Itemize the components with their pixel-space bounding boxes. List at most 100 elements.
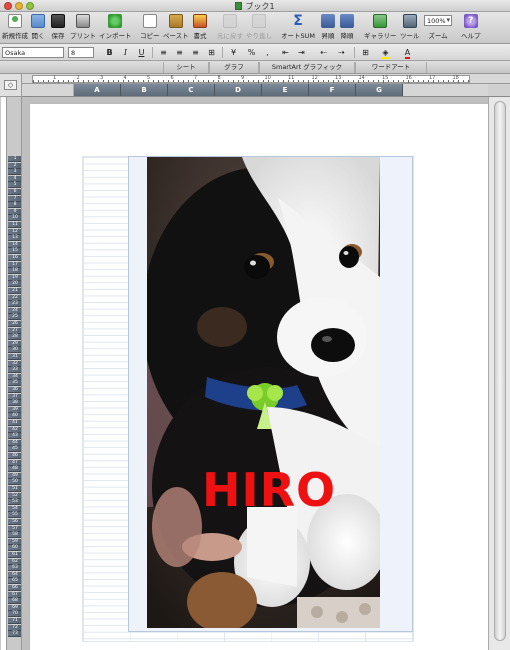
- row-header-30[interactable]: 30: [8, 347, 21, 354]
- row-header-46[interactable]: 46: [8, 453, 21, 459]
- undo-button[interactable]: 元に戻す: [217, 14, 243, 40]
- row-header-39[interactable]: 39: [8, 406, 21, 413]
- vertical-scrollbar[interactable]: [488, 97, 510, 650]
- row-header-12[interactable]: 12: [8, 228, 21, 235]
- italic-button[interactable]: I: [120, 47, 131, 58]
- row-header-1[interactable]: 1: [8, 156, 21, 162]
- row-header-13[interactable]: 13: [8, 235, 21, 242]
- sort-descending-button[interactable]: 降順: [340, 14, 354, 40]
- row-header-65[interactable]: 65: [8, 578, 21, 585]
- decrease-indent-button[interactable]: ⇠: [318, 47, 329, 58]
- merge-center-button[interactable]: ⊞: [206, 47, 217, 58]
- row-header-32[interactable]: 32: [8, 360, 21, 367]
- row-header-49[interactable]: 49: [8, 472, 21, 479]
- column-header-c[interactable]: C: [168, 84, 215, 96]
- row-header-16[interactable]: 16: [8, 255, 21, 261]
- row-header-47[interactable]: 47: [8, 459, 21, 466]
- row-header-29[interactable]: 29: [8, 340, 21, 347]
- row-header-71[interactable]: 71: [8, 618, 21, 624]
- column-header-a[interactable]: A: [74, 84, 121, 96]
- format-painter-button[interactable]: 書式: [193, 14, 207, 40]
- row-header-11[interactable]: 11: [8, 222, 21, 228]
- align-center-button[interactable]: ≡: [174, 47, 185, 58]
- row-header-23[interactable]: 23: [8, 301, 21, 308]
- vertical-ruler[interactable]: [1, 97, 7, 650]
- row-header-62[interactable]: 62: [8, 558, 21, 565]
- row-header-50[interactable]: 50: [8, 479, 21, 486]
- tab-sheet[interactable]: シート: [163, 62, 209, 73]
- row-header-64[interactable]: 64: [8, 571, 21, 578]
- sort-ascending-button[interactable]: 昇順: [321, 14, 335, 40]
- row-header-48[interactable]: 48: [8, 466, 21, 473]
- row-header-24[interactable]: 24: [8, 307, 21, 314]
- increase-decimal-button[interactable]: ⇤: [280, 47, 291, 58]
- row-header-28[interactable]: 28: [8, 334, 21, 341]
- row-header-18[interactable]: 18: [8, 268, 21, 275]
- row-header-52[interactable]: 52: [8, 492, 21, 499]
- column-header-e[interactable]: E: [262, 84, 309, 96]
- scrollbar-thumb[interactable]: [494, 101, 506, 641]
- row-header-60[interactable]: 60: [8, 545, 21, 552]
- row-header-53[interactable]: 53: [8, 499, 21, 506]
- row-header-25[interactable]: 25: [8, 314, 21, 321]
- row-header-21[interactable]: 21: [8, 288, 21, 294]
- open-button[interactable]: 開く: [31, 14, 45, 40]
- fill-color-button[interactable]: ◈: [380, 47, 391, 59]
- row-header-58[interactable]: 58: [8, 532, 21, 539]
- decrease-decimal-button[interactable]: ⇥: [296, 47, 307, 58]
- row-header-20[interactable]: 20: [8, 281, 21, 288]
- row-header-59[interactable]: 59: [8, 538, 21, 545]
- row-header-66[interactable]: 66: [8, 585, 21, 591]
- row-header-51[interactable]: 51: [8, 486, 21, 492]
- row-header-37[interactable]: 37: [8, 393, 21, 400]
- print-button[interactable]: プリント: [70, 14, 96, 40]
- save-button[interactable]: 保存: [51, 14, 65, 40]
- tab-smartart[interactable]: SmartArt グラフィック: [259, 62, 355, 73]
- row-header-22[interactable]: 22: [8, 294, 21, 301]
- column-header-g[interactable]: G: [356, 84, 403, 96]
- row-header-36[interactable]: 36: [8, 387, 21, 393]
- paste-button[interactable]: ペースト: [163, 14, 189, 40]
- row-header-8[interactable]: 8: [8, 202, 21, 209]
- row-header-27[interactable]: 27: [8, 327, 21, 334]
- comma-style-button[interactable]: ,: [262, 47, 273, 58]
- import-button[interactable]: インポート: [99, 14, 132, 40]
- column-header-f[interactable]: F: [309, 84, 356, 96]
- row-header-55[interactable]: 55: [8, 512, 21, 519]
- expand-toggle-icon[interactable]: ◇: [4, 80, 17, 90]
- row-header-38[interactable]: 38: [8, 400, 21, 407]
- row-header-5[interactable]: 5: [8, 182, 21, 189]
- row-header-33[interactable]: 33: [8, 367, 21, 374]
- row-header-72[interactable]: 72: [8, 624, 21, 631]
- column-header-b[interactable]: B: [121, 84, 168, 96]
- row-header-4[interactable]: 4: [8, 175, 21, 182]
- row-header-9[interactable]: 9: [8, 208, 21, 215]
- row-header-34[interactable]: 34: [8, 373, 21, 380]
- row-header-54[interactable]: 54: [8, 505, 21, 512]
- row-header-40[interactable]: 40: [8, 413, 21, 420]
- row-header-6[interactable]: 6: [8, 189, 21, 195]
- row-header-31[interactable]: 31: [8, 354, 21, 360]
- autosum-button[interactable]: Σ オートSUM: [281, 14, 315, 40]
- inserted-picture[interactable]: HIRO: [147, 157, 380, 628]
- row-header-19[interactable]: 19: [8, 274, 21, 281]
- horizontal-ruler[interactable]: 1 2 3 4 5 6 7 8 9 10 11 12 13 14 15 16 17 18: [32, 75, 470, 83]
- row-header-57[interactable]: 57: [8, 525, 21, 532]
- row-header-10[interactable]: 10: [8, 215, 21, 222]
- row-header-73[interactable]: 73: [8, 631, 21, 638]
- font-name-select[interactable]: Osaka: [2, 47, 64, 58]
- row-header-35[interactable]: 35: [8, 380, 21, 387]
- row-header-26[interactable]: 26: [8, 321, 21, 327]
- column-header-d[interactable]: D: [215, 84, 262, 96]
- copy-button[interactable]: コピー: [140, 14, 160, 40]
- row-header-70[interactable]: 70: [8, 611, 21, 618]
- row-header-69[interactable]: 69: [8, 604, 21, 611]
- font-color-button[interactable]: A: [402, 47, 413, 59]
- currency-button[interactable]: ¥: [228, 47, 239, 58]
- align-left-button[interactable]: ≡: [158, 47, 169, 58]
- row-header-67[interactable]: 67: [8, 591, 21, 598]
- help-button[interactable]: ? ヘルプ: [461, 14, 481, 40]
- tab-wordart[interactable]: ワードアート: [355, 62, 427, 73]
- row-header-41[interactable]: 41: [8, 420, 21, 426]
- align-right-button[interactable]: ≡: [190, 47, 201, 58]
